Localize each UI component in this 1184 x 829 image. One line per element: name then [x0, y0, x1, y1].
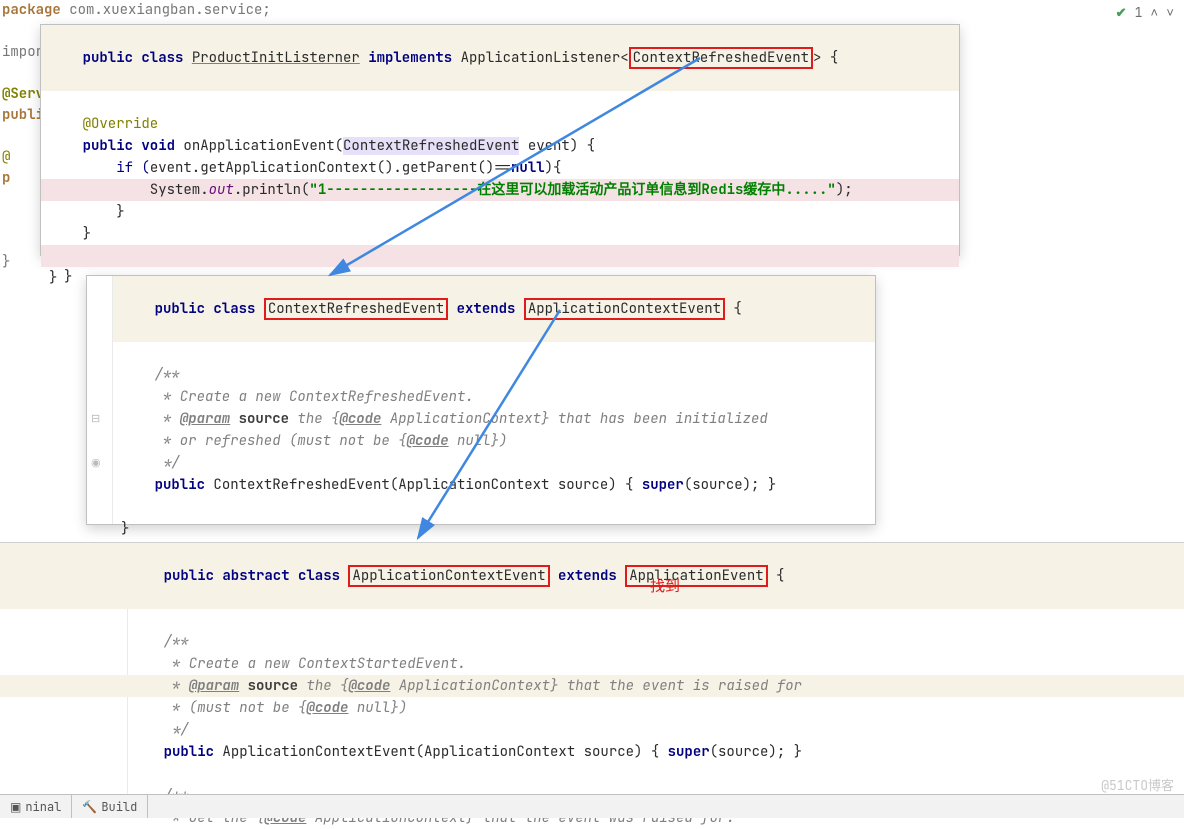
- build-tab[interactable]: 🔨 Build: [72, 795, 148, 818]
- class-name-1: ProductInitListerner: [192, 49, 360, 67]
- redbox-super-2: ApplicationContextEvent: [524, 298, 725, 320]
- string-literal: "1------------------在这里可以加载活动产品订单信息到Redi…: [309, 181, 835, 199]
- c3-l2: * Create a new ContextStartedEvent.: [164, 655, 466, 673]
- package-name: com.xuexiangban.service;: [69, 1, 271, 19]
- sys-out: out: [209, 181, 234, 199]
- iface-name: ApplicationListener: [461, 49, 621, 67]
- stmt-end: );: [836, 181, 853, 199]
- brace-close-p2: }: [113, 518, 875, 540]
- redbox-event-1: ContextRefreshedEvent: [629, 47, 813, 69]
- build-label: Build: [101, 799, 137, 815]
- code-tag-3b: @code: [306, 699, 348, 717]
- redbox-class-3: ApplicationContextEvent: [348, 565, 549, 587]
- redbox-super-3: ApplicationEvent: [625, 565, 767, 587]
- param-end: event) {: [519, 137, 595, 155]
- method-name: onApplicationEvent(: [183, 137, 343, 155]
- code-panel-2[interactable]: ⊟ ◉ public class ContextRefreshedEvent e…: [86, 275, 876, 525]
- kw-public-void: public void: [83, 137, 184, 155]
- gutter-2: ⊟ ◉: [87, 276, 113, 524]
- param-name: source: [239, 410, 289, 428]
- terminal-tab[interactable]: ▣ ninal: [0, 795, 72, 818]
- brace: {: [821, 49, 838, 67]
- brace-close-1: }: [41, 201, 959, 223]
- ctor-name-3: ApplicationContextEvent(ApplicationConte…: [222, 743, 667, 761]
- code-tag: @code: [339, 410, 381, 428]
- c2-l5: */: [155, 454, 180, 472]
- brace-close-2: }: [41, 223, 959, 245]
- c2-l2: * Create a new ContextRefreshedEvent.: [155, 388, 474, 406]
- c3-l3c: the {: [298, 677, 348, 695]
- terminal-icon: ▣: [10, 799, 21, 815]
- super-kw: super: [642, 476, 684, 494]
- if-body: event.getApplicationContext().getParent(…: [150, 159, 511, 177]
- ctor-end: (source); }: [684, 476, 776, 494]
- ctor-pre-3: public: [164, 743, 223, 761]
- override-gutter-icon[interactable]: ◉: [91, 452, 101, 474]
- brace-2: {: [725, 300, 742, 318]
- terminal-label: ninal: [25, 799, 61, 815]
- chevron-up-icon[interactable]: ˄: [1150, 4, 1158, 21]
- ctor-pre: public: [155, 476, 214, 494]
- check-icon: ✔: [1116, 4, 1127, 21]
- angle-open: <: [620, 49, 628, 67]
- found-label: 找到: [650, 575, 680, 596]
- c2-l1: /**: [155, 366, 180, 384]
- redbox-class-2: ContextRefreshedEvent: [264, 298, 448, 320]
- c2-l4: * or refreshed (must not be {: [155, 432, 407, 450]
- chevron-down-icon[interactable]: ˅: [1166, 4, 1174, 21]
- println: .println(: [234, 181, 310, 199]
- code-tag-3: @code: [348, 677, 390, 695]
- c3-l1: /**: [164, 633, 189, 651]
- param-name-3: source: [248, 677, 298, 695]
- sp: [230, 410, 238, 428]
- null-kw: null: [511, 159, 545, 177]
- kw-public-class-2: public class: [155, 300, 264, 318]
- c2-l4b: null}): [449, 432, 508, 450]
- c2-l3a: *: [155, 410, 180, 428]
- bottom-toolbar: ▣ ninal 🔨 Build: [0, 794, 1184, 818]
- kw-extends-3: extends: [550, 567, 626, 585]
- brace-3: {: [768, 567, 785, 585]
- sp3: [239, 677, 247, 695]
- c3-l5: */: [164, 721, 189, 739]
- kw-package: package: [2, 1, 69, 19]
- code-panel-3[interactable]: ↓I public abstract class ApplicationCont…: [0, 542, 1184, 802]
- c3-l3a: *: [164, 677, 189, 695]
- hammer-icon: 🔨: [82, 799, 97, 815]
- c2-l3c: the {: [289, 410, 339, 428]
- c3-l4b: null}): [348, 699, 407, 717]
- code-tag-2: @code: [407, 432, 449, 450]
- param-type: ContextRefreshedEvent: [343, 137, 519, 155]
- kw-extends-2: extends: [448, 300, 524, 318]
- if-end: ){: [545, 159, 562, 177]
- if-pre: if (: [49, 159, 150, 177]
- param-tag: @param: [180, 410, 230, 428]
- kw-public-abstract: public abstract class: [164, 567, 349, 585]
- kw-public-class: public class: [83, 49, 192, 67]
- sys-pre: System.: [49, 181, 209, 199]
- override-annotation: @Override: [83, 115, 159, 133]
- c2-l3d: ApplicationContext} that has been initia…: [381, 410, 767, 428]
- ctor-name: ContextRefreshedEvent(ApplicationContext…: [213, 476, 641, 494]
- fold-icon[interactable]: ⊟: [91, 408, 100, 430]
- inspection-count: 1: [1135, 4, 1143, 21]
- c3-l4: * (must not be {: [164, 699, 307, 717]
- param-tag-3: @param: [189, 677, 239, 695]
- super-kw-3: super: [668, 743, 710, 761]
- c3-l3d: ApplicationContext} that the event is ra…: [390, 677, 802, 695]
- inspection-indicator[interactable]: ✔ 1 ˄ ˅: [1116, 4, 1174, 21]
- code-panel-1[interactable]: public class ProductInitListerner implem…: [40, 24, 960, 256]
- kw-implements: implements: [360, 49, 461, 67]
- ctor-end-3: (source); }: [710, 743, 802, 761]
- watermark: @51CTO博客: [1101, 775, 1174, 794]
